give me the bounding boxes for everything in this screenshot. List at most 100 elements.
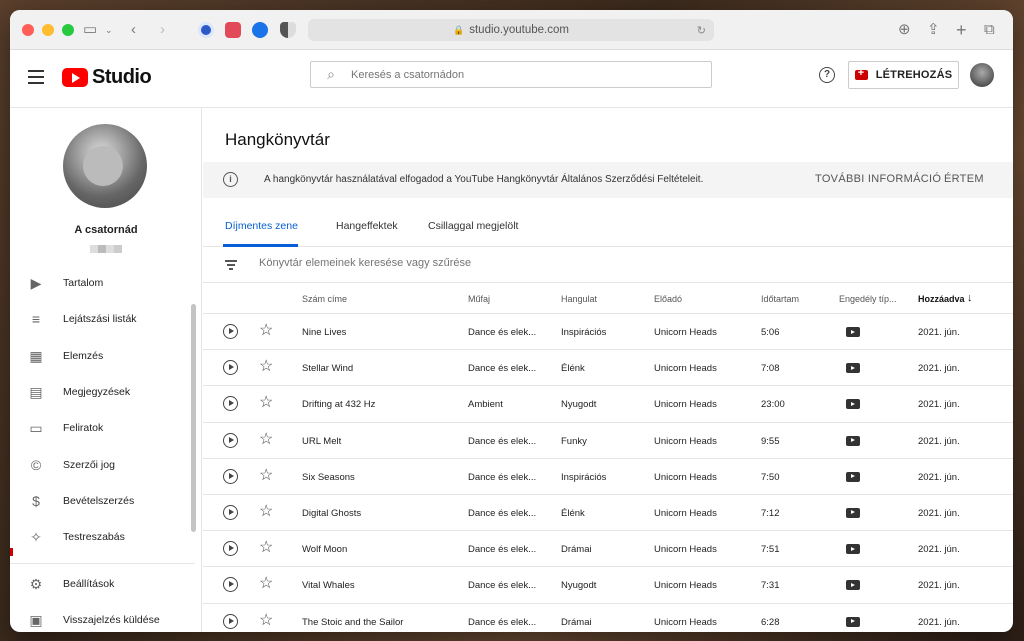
sidebar-item-playlists[interactable]: ≡ Lejátszási listák: [10, 301, 195, 337]
edge-extension-icon[interactable]: [252, 22, 268, 38]
star-icon[interactable]: ☆: [259, 576, 273, 592]
tab-overview-icon[interactable]: ⧉: [984, 20, 995, 40]
channel-search-box[interactable]: ⌕: [310, 61, 712, 88]
play-icon[interactable]: [223, 324, 238, 339]
tab-sound-effects[interactable]: Hangeffektek: [336, 220, 398, 232]
track-title: Vital Whales: [302, 580, 355, 592]
table-row[interactable]: ☆ Stellar Wind Dance és elek... Élénk Unicor…: [203, 350, 1013, 387]
hamburger-menu-icon[interactable]: [28, 70, 44, 88]
zoom-window-button[interactable]: [62, 24, 74, 36]
sidebar-item-monetization[interactable]: $ Bevételszerzés: [10, 483, 195, 519]
copyright-icon: ©: [30, 456, 42, 473]
dismiss-button[interactable]: ÉRTEM: [944, 173, 984, 185]
account-avatar[interactable]: [970, 63, 994, 87]
track-genre: Dance és elek...: [468, 363, 537, 375]
new-tab-icon[interactable]: +: [956, 20, 967, 40]
star-icon[interactable]: ☆: [259, 431, 273, 448]
table-row[interactable]: ☆ Wolf Moon Dance és elek... Drámai Unicorn …: [203, 531, 1013, 568]
play-icon[interactable]: [223, 613, 238, 629]
track-artist: Unicorn Heads: [654, 471, 717, 483]
filter-icon[interactable]: [225, 260, 237, 272]
sidebar-item-feedback[interactable]: ▣ Visszajelzés küldése: [10, 602, 195, 632]
track-title: Wolf Moon: [302, 544, 348, 556]
help-icon[interactable]: ?: [819, 67, 835, 83]
close-window-button[interactable]: [22, 24, 34, 36]
sidebar-scrollbar[interactable]: [191, 304, 196, 532]
column-header-license[interactable]: Engedély típ...: [839, 294, 897, 304]
create-button-label: LÉTREHOZÁS: [875, 69, 953, 81]
address-bar[interactable]: 🔒 studio.youtube.com ↻: [308, 19, 714, 41]
sidebar-item-label: Lejátszási listák: [63, 313, 137, 326]
table-row[interactable]: ☆ Drifting at 432 Hz Ambient Nyugodt Unicorn…: [203, 386, 1013, 423]
reload-icon[interactable]: ↻: [697, 24, 706, 37]
column-header-title[interactable]: Szám címe: [302, 294, 347, 304]
track-added-date: 2021. jún.: [918, 544, 960, 556]
table-row[interactable]: ☆ Digital Ghosts Dance és elek... Élénk Unic…: [203, 495, 1013, 532]
sidebar-item-analytics[interactable]: ▦ Elemzés: [10, 338, 195, 374]
table-row[interactable]: ☆ Vital Whales Dance és elek... Nyugodt Unic…: [203, 567, 1013, 604]
subtitles-icon: ▭: [29, 420, 43, 437]
play-icon[interactable]: [223, 541, 238, 557]
column-header-added[interactable]: Hozzáadva: [918, 294, 965, 304]
track-genre: Dance és elek...: [468, 327, 537, 338]
sidebar-item-customization[interactable]: ✧ Testreszabás: [10, 519, 195, 555]
tab-starred[interactable]: Csillaggal megjelölt: [428, 220, 518, 232]
column-header-artist[interactable]: Előadó: [654, 294, 682, 304]
sidebar-item-label: Beállítások: [63, 578, 115, 591]
sidebar-item-copyright[interactable]: © Szerzői jog: [10, 446, 195, 482]
pocket-extension-icon[interactable]: [225, 22, 241, 38]
channel-search-input[interactable]: [351, 68, 691, 81]
star-icon[interactable]: ☆: [259, 612, 273, 629]
track-mood: Funky: [561, 435, 587, 447]
create-video-icon: [854, 67, 868, 80]
table-row[interactable]: ☆ URL Melt Dance és elek... Funky Unicorn He…: [203, 423, 1013, 459]
star-icon[interactable]: ☆: [259, 467, 273, 484]
play-icon[interactable]: [223, 504, 238, 520]
sidebar-toggle-icon[interactable]: ▭: [83, 20, 97, 40]
studio-logo[interactable]: Studio: [62, 66, 152, 89]
track-title: Stellar Wind: [302, 363, 354, 375]
play-icon[interactable]: [223, 577, 238, 593]
download-icon[interactable]: ⊕: [898, 20, 911, 40]
column-header-duration[interactable]: Időtartam: [761, 294, 799, 304]
password-extension-icon[interactable]: [198, 22, 214, 38]
star-icon[interactable]: ☆: [259, 540, 273, 556]
sidebar: A csatornád ▶ Tartalom ≡ Lejátszási listák…: [10, 108, 202, 632]
search-icon: ⌕: [327, 66, 335, 82]
sidebar-item-tartalom[interactable]: ▶ Tartalom: [10, 265, 195, 301]
play-icon[interactable]: [223, 468, 238, 484]
chevron-down-icon[interactable]: ⌄: [105, 20, 113, 40]
more-info-button[interactable]: TOVÁBBI INFORMÁCIÓ: [815, 173, 941, 185]
forward-icon[interactable]: ›: [160, 20, 165, 40]
play-icon[interactable]: [223, 432, 238, 448]
star-icon[interactable]: ☆: [259, 323, 273, 339]
sidebar-item-settings[interactable]: ⚙ Beállítások: [10, 566, 195, 602]
track-mood: Élénk: [561, 507, 585, 519]
play-icon[interactable]: [223, 396, 238, 412]
column-header-genre[interactable]: Műfaj: [468, 294, 490, 304]
table-row[interactable]: ☆ Nine Lives Dance és elek... Inspirációs Un…: [203, 314, 1013, 351]
sidebar-item-subtitles[interactable]: ▭ Feliratok: [10, 410, 195, 446]
column-header-mood[interactable]: Hangulat: [561, 294, 597, 304]
create-button[interactable]: LÉTREHOZÁS: [848, 61, 959, 89]
channel-avatar[interactable]: [63, 124, 147, 208]
table-row[interactable]: ☆ Six Seasons Dance és elek... Inspirációs U…: [203, 459, 1013, 495]
sort-arrow-icon[interactable]: ↓: [967, 292, 973, 304]
minimize-window-button[interactable]: [42, 24, 54, 36]
tab-free-music[interactable]: Díjmentes zene: [225, 220, 298, 232]
sidebar-item-comments[interactable]: ▤ Megjegyzések: [10, 374, 195, 410]
star-icon[interactable]: ☆: [259, 503, 273, 520]
star-icon[interactable]: ☆: [259, 395, 273, 411]
play-icon[interactable]: [223, 360, 238, 376]
share-icon[interactable]: ⇪: [927, 20, 940, 40]
track-duration: 23:00: [761, 399, 785, 411]
library-filter-input[interactable]: [259, 257, 659, 269]
track-artist: Unicorn Heads: [654, 507, 717, 519]
table-row[interactable]: ☆ The Stoic and the Sailor Dance és elek..…: [203, 604, 1013, 633]
track-duration: 7:51: [761, 544, 780, 556]
track-artist: Unicorn Heads: [654, 544, 717, 556]
shield-extension-icon[interactable]: [280, 22, 296, 38]
youtube-license-icon: [846, 544, 860, 555]
back-icon[interactable]: ‹: [131, 20, 136, 40]
star-icon[interactable]: ☆: [259, 359, 273, 375]
